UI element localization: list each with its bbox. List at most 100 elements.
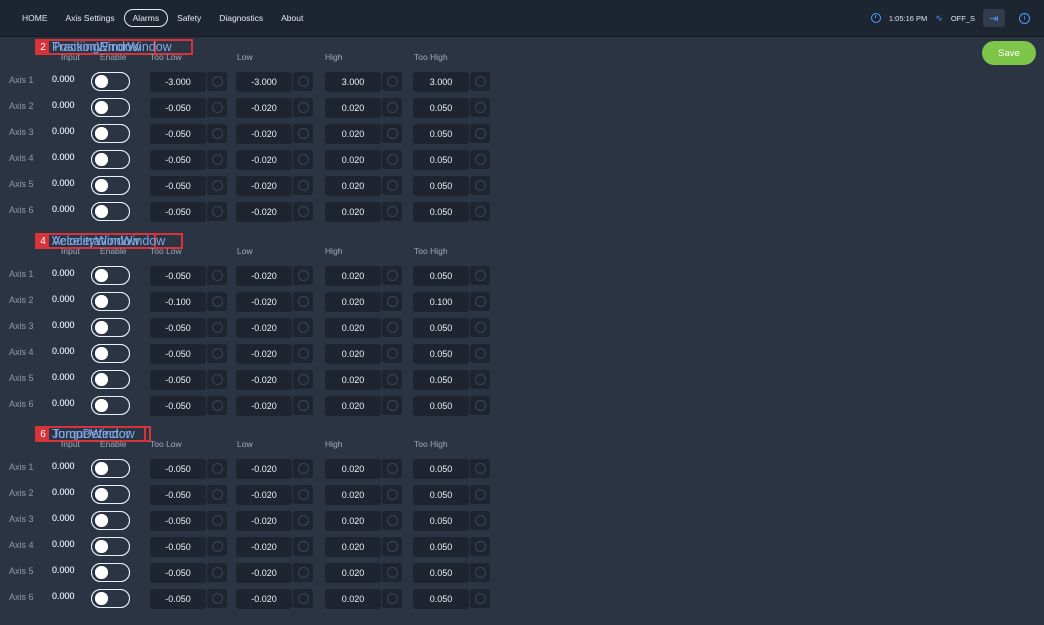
high-field[interactable]: 0.020 bbox=[325, 563, 381, 583]
enable-toggle[interactable] bbox=[91, 98, 130, 117]
high-field[interactable]: 0.020 bbox=[325, 150, 381, 170]
too-low-field[interactable]: -0.050 bbox=[150, 344, 206, 364]
high-field[interactable]: 0.020 bbox=[325, 98, 381, 118]
low-field[interactable]: -0.020 bbox=[236, 202, 292, 222]
enable-toggle[interactable] bbox=[91, 563, 130, 582]
too-high-field[interactable]: 0.050 bbox=[413, 589, 469, 609]
nav-diagnostics[interactable]: Diagnostics bbox=[210, 9, 272, 27]
high-field[interactable]: 0.020 bbox=[325, 266, 381, 286]
logout-button[interactable]: ⇥ bbox=[983, 9, 1005, 27]
too-low-field[interactable]: -0.050 bbox=[150, 98, 206, 118]
too-high-field[interactable]: 0.050 bbox=[413, 459, 469, 479]
too-high-field[interactable]: 0.050 bbox=[413, 563, 469, 583]
toggle-knob bbox=[95, 295, 108, 308]
too-low-field[interactable]: -0.050 bbox=[150, 150, 206, 170]
enable-toggle[interactable] bbox=[91, 344, 130, 363]
too-low-field[interactable]: -0.050 bbox=[150, 589, 206, 609]
too-low-field[interactable]: -0.050 bbox=[150, 396, 206, 416]
high-field[interactable]: 0.020 bbox=[325, 396, 381, 416]
low-field[interactable]: -0.020 bbox=[236, 396, 292, 416]
high-field[interactable]: 0.020 bbox=[325, 511, 381, 531]
low-field[interactable]: -0.020 bbox=[236, 266, 292, 286]
low-field[interactable]: -0.020 bbox=[236, 563, 292, 583]
high-field[interactable]: 0.020 bbox=[325, 124, 381, 144]
enable-toggle[interactable] bbox=[91, 511, 130, 530]
too-high-field[interactable]: 0.050 bbox=[413, 176, 469, 196]
too-low-field[interactable]: -0.050 bbox=[150, 202, 206, 222]
nav-safety[interactable]: Safety bbox=[168, 9, 210, 27]
nav-about[interactable]: About bbox=[272, 9, 312, 27]
enable-toggle[interactable] bbox=[91, 485, 130, 504]
too-low-field[interactable]: -0.100 bbox=[150, 292, 206, 312]
high-field[interactable]: 0.020 bbox=[325, 485, 381, 505]
too-high-field[interactable]: 0.050 bbox=[413, 98, 469, 118]
high-field[interactable]: 0.020 bbox=[325, 202, 381, 222]
enable-toggle[interactable] bbox=[91, 266, 130, 285]
too-high-field[interactable]: 3.000 bbox=[413, 72, 469, 92]
enable-toggle[interactable] bbox=[91, 176, 130, 195]
too-high-field[interactable]: 0.050 bbox=[413, 396, 469, 416]
enable-toggle[interactable] bbox=[91, 370, 130, 389]
too-high-field[interactable]: 0.100 bbox=[413, 292, 469, 312]
low-field[interactable]: -0.020 bbox=[236, 150, 292, 170]
low-field[interactable]: -0.020 bbox=[236, 485, 292, 505]
too-low-field[interactable]: -0.050 bbox=[150, 176, 206, 196]
nav-home[interactable]: HOME bbox=[13, 9, 57, 27]
low-field[interactable]: -0.020 bbox=[236, 98, 292, 118]
info-icon[interactable]: i bbox=[1019, 12, 1030, 24]
high-field[interactable]: 0.020 bbox=[325, 292, 381, 312]
nav-alarms[interactable]: Alarms bbox=[123, 9, 169, 27]
low-field[interactable]: -0.020 bbox=[236, 292, 292, 312]
too-high-field[interactable]: 0.050 bbox=[413, 537, 469, 557]
too-low-field[interactable]: -0.050 bbox=[150, 266, 206, 286]
high-field[interactable]: 0.020 bbox=[325, 176, 381, 196]
too-low-field[interactable]: -0.050 bbox=[150, 459, 206, 479]
enable-toggle[interactable] bbox=[91, 318, 130, 337]
too-low-field[interactable]: -0.050 bbox=[150, 124, 206, 144]
high-field[interactable]: 0.020 bbox=[325, 370, 381, 390]
high-field[interactable]: 0.020 bbox=[325, 589, 381, 609]
enable-toggle[interactable] bbox=[91, 72, 130, 91]
too-high-field[interactable]: 0.050 bbox=[413, 150, 469, 170]
low-field[interactable]: -0.020 bbox=[236, 589, 292, 609]
low-field[interactable]: -0.020 bbox=[236, 537, 292, 557]
nav-axis-settings[interactable]: Axis Settings bbox=[57, 9, 124, 27]
too-low-field[interactable]: -3.000 bbox=[150, 72, 206, 92]
low-field[interactable]: -0.020 bbox=[236, 511, 292, 531]
too-high-field[interactable]: 0.050 bbox=[413, 344, 469, 364]
save-button[interactable]: Save bbox=[982, 41, 1036, 65]
too-high-field[interactable]: 0.050 bbox=[413, 124, 469, 144]
enable-toggle[interactable] bbox=[91, 589, 130, 608]
high-field[interactable]: 0.020 bbox=[325, 344, 381, 364]
enable-toggle[interactable] bbox=[91, 459, 130, 478]
enable-toggle[interactable] bbox=[91, 150, 130, 169]
high-field[interactable]: 3.000 bbox=[325, 72, 381, 92]
too-high-field[interactable]: 0.050 bbox=[413, 511, 469, 531]
enable-toggle[interactable] bbox=[91, 124, 130, 143]
too-high-field[interactable]: 0.050 bbox=[413, 318, 469, 338]
low-field[interactable]: -0.020 bbox=[236, 459, 292, 479]
enable-toggle[interactable] bbox=[91, 537, 130, 556]
high-field[interactable]: 0.020 bbox=[325, 459, 381, 479]
too-low-field[interactable]: -0.050 bbox=[150, 485, 206, 505]
low-field[interactable]: -0.020 bbox=[236, 176, 292, 196]
too-high-field[interactable]: 0.050 bbox=[413, 485, 469, 505]
too-low-field[interactable]: -0.050 bbox=[150, 370, 206, 390]
low-field[interactable]: -0.020 bbox=[236, 344, 292, 364]
too-low-field[interactable]: -0.050 bbox=[150, 318, 206, 338]
too-low-field[interactable]: -0.050 bbox=[150, 511, 206, 531]
too-high-field[interactable]: 0.050 bbox=[413, 202, 469, 222]
too-high-field[interactable]: 0.050 bbox=[413, 370, 469, 390]
enable-toggle[interactable] bbox=[91, 292, 130, 311]
low-field[interactable]: -0.020 bbox=[236, 318, 292, 338]
low-field[interactable]: -3.000 bbox=[236, 72, 292, 92]
enable-toggle[interactable] bbox=[91, 396, 130, 415]
too-low-field[interactable]: -0.050 bbox=[150, 563, 206, 583]
high-field[interactable]: 0.020 bbox=[325, 318, 381, 338]
low-field[interactable]: -0.020 bbox=[236, 124, 292, 144]
low-field[interactable]: -0.020 bbox=[236, 370, 292, 390]
high-field[interactable]: 0.020 bbox=[325, 537, 381, 557]
too-low-field[interactable]: -0.050 bbox=[150, 537, 206, 557]
enable-toggle[interactable] bbox=[91, 202, 130, 221]
too-high-field[interactable]: 0.050 bbox=[413, 266, 469, 286]
